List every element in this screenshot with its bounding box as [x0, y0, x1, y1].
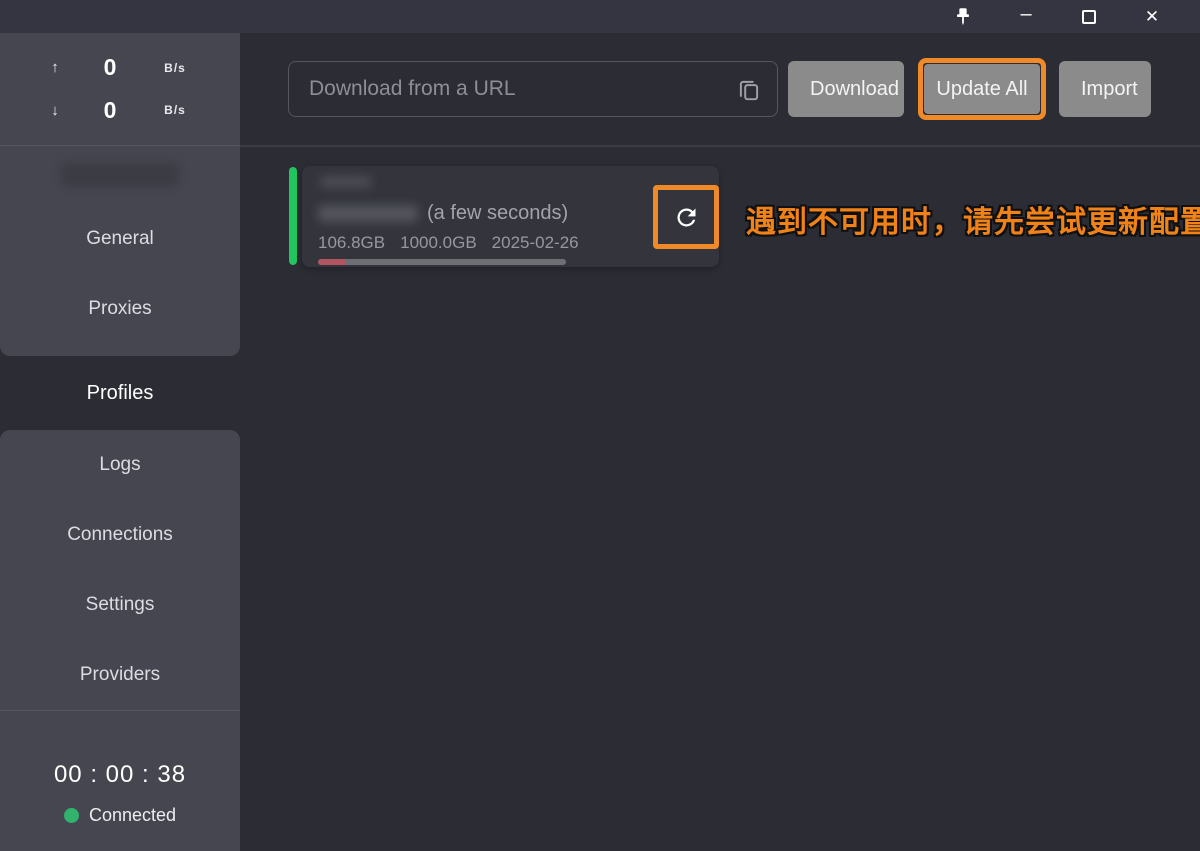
import-button[interactable]: Import: [1059, 61, 1151, 117]
profile-name-row: (a few seconds): [318, 201, 703, 226]
nav-group-bottom: Logs Connections Settings Providers: [0, 430, 240, 710]
download-speed-unit: B/s: [140, 103, 210, 117]
download-speed-row: ↓ 0 B/s: [0, 97, 240, 124]
sidebar-bottom-panel: Logs Connections Settings Providers 00 :…: [0, 430, 240, 851]
refresh-icon: [673, 204, 700, 231]
pushpin-icon: [952, 6, 974, 28]
app-window: – ✕ ↑ 0 B/s ↓ 0 B/s: [0, 0, 1200, 851]
update-all-button[interactable]: Update All: [924, 64, 1040, 114]
uptime-timer: 00 : 00 : 38: [54, 761, 186, 789]
profile-updated-ago: (a few seconds): [427, 202, 568, 225]
connection-status: Connected: [64, 805, 176, 826]
minimize-icon: –: [1020, 9, 1031, 19]
sidebar-item-providers[interactable]: Providers: [0, 640, 240, 710]
minimize-button[interactable]: –: [1011, 3, 1041, 31]
upload-speed-unit: B/s: [140, 61, 210, 75]
status-dot-icon: [64, 808, 79, 823]
profiles-content: (a few seconds) 106.8GB 1000.0GB 2025-02…: [240, 147, 1200, 849]
refresh-profile-button[interactable]: [658, 190, 714, 244]
sidebar-item-logs[interactable]: Logs: [0, 430, 240, 500]
chinese-annotation-text: 遇到不可用时，请先尝试更新配置: [746, 197, 1200, 241]
upload-speed-value: 0: [80, 54, 140, 81]
download-speed-value: 0: [80, 97, 140, 124]
sidebar: ↑ 0 B/s ↓ 0 B/s General Proxies Profiles: [0, 33, 240, 851]
profile-card[interactable]: (a few seconds) 106.8GB 1000.0GB 2025-02…: [302, 166, 719, 267]
close-button[interactable]: ✕: [1137, 3, 1167, 31]
connection-status-label: Connected: [89, 805, 176, 826]
arrow-up-icon: ↑: [30, 59, 80, 76]
url-input-container: [288, 61, 778, 117]
profile-data-used: 106.8GB: [318, 233, 385, 253]
maximize-button[interactable]: [1074, 3, 1104, 31]
profile-stats-row: 106.8GB 1000.0GB 2025-02-26: [318, 233, 703, 253]
main-area: Download Update All Import (a few second…: [240, 33, 1200, 851]
sidebar-item-profiles-active[interactable]: Profiles: [0, 356, 240, 430]
sidebar-item-connections[interactable]: Connections: [0, 500, 240, 570]
blurred-profile-title: [320, 176, 372, 188]
sidebar-divider: [0, 145, 240, 146]
url-input[interactable]: [289, 62, 777, 116]
blurred-profile-name: [318, 205, 418, 222]
sidebar-item-proxies[interactable]: Proxies: [0, 274, 240, 344]
upload-speed-row: ↑ 0 B/s: [0, 54, 240, 81]
titlebar: – ✕: [0, 0, 1200, 33]
blurred-logo-blob: [61, 163, 179, 187]
update-all-highlight-box: Update All: [918, 58, 1046, 120]
close-icon: ✕: [1145, 7, 1159, 27]
active-profile-indicator: [289, 167, 297, 265]
profile-expire-date: 2025-02-26: [492, 233, 579, 253]
paste-from-clipboard-button[interactable]: [735, 76, 763, 104]
sidebar-item-general[interactable]: General: [0, 204, 240, 274]
download-button[interactable]: Download: [788, 61, 904, 117]
profile-data-total: 1000.0GB: [400, 233, 477, 253]
traffic-stats: ↑ 0 B/s ↓ 0 B/s: [0, 33, 240, 145]
profile-card-row: (a few seconds) 106.8GB 1000.0GB 2025-02…: [289, 166, 719, 267]
refresh-highlight-box: [653, 185, 719, 249]
sidebar-top-panel: ↑ 0 B/s ↓ 0 B/s General Proxies: [0, 33, 240, 356]
connection-status-area: 00 : 00 : 38 Connected: [0, 711, 240, 826]
app-logo-blurred: [0, 146, 240, 204]
arrow-down-icon: ↓: [30, 102, 80, 119]
sidebar-item-settings[interactable]: Settings: [0, 570, 240, 640]
copy-icon: [736, 77, 762, 103]
maximize-icon: [1082, 10, 1096, 24]
profiles-toolbar: Download Update All Import: [240, 33, 1200, 147]
sidebar-divider-bottom: [0, 710, 240, 711]
nav-group-top: General Proxies: [0, 204, 240, 344]
profile-usage-progressbar: [318, 259, 566, 265]
pin-window-button[interactable]: [948, 3, 978, 31]
profile-usage-progress-fill: [318, 259, 345, 265]
